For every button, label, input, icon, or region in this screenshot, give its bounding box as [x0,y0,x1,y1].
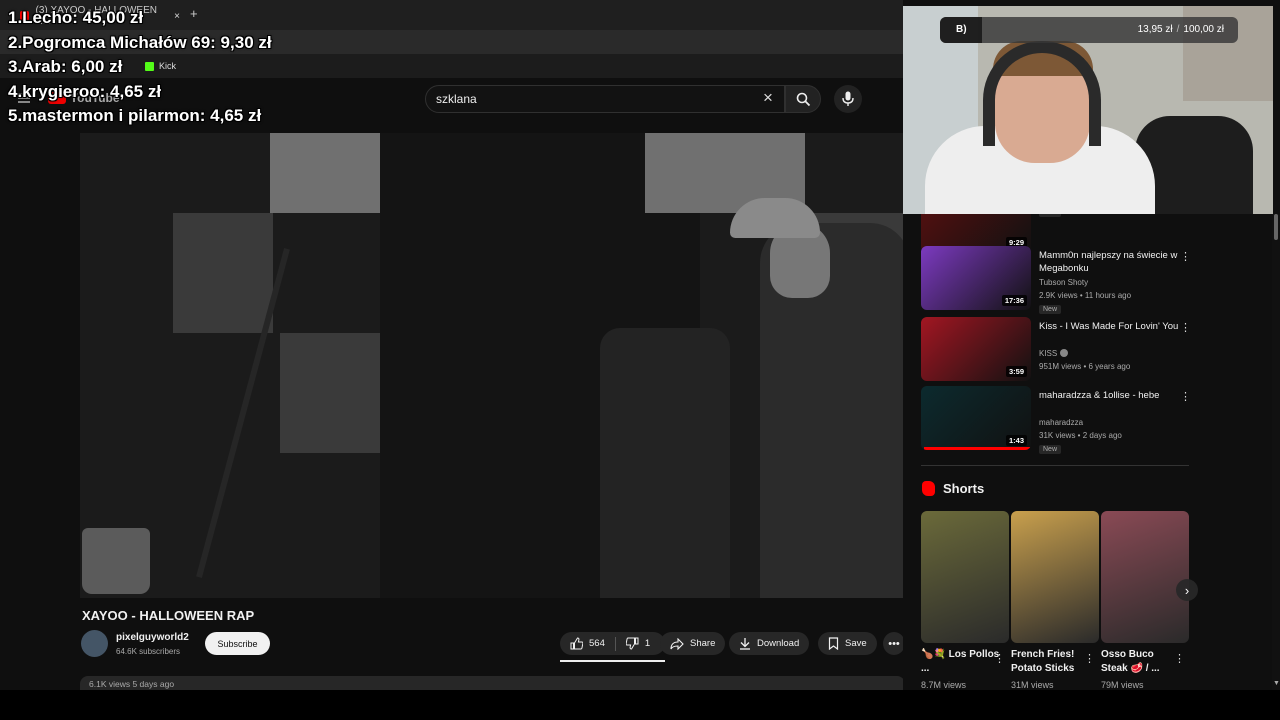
short-thumbnail[interactable] [1011,511,1099,643]
donor-entry: 1.Lecho: 45,00 zł [8,8,144,27]
download-label: Download [757,638,800,649]
more-options-icon[interactable]: ⋮ [994,652,1005,665]
screen: (3) XAYOO - HALLOWEEN R... × + Kick YouT… [0,0,1280,720]
shorts-icon [922,481,935,496]
donation-goal-separator: / [1176,24,1180,35]
verified-icon [1060,349,1069,357]
more-options-icon[interactable]: ⋮ [1180,390,1191,403]
video-duration: 17:36 [1001,295,1027,306]
thumbs-up-icon[interactable] [570,637,583,650]
donation-goal-label: B) [956,24,967,35]
voice-search-button[interactable] [834,85,862,113]
more-options-icon[interactable]: ⋮ [1174,652,1185,665]
section-divider [921,465,1189,466]
scrollbar-thumb[interactable] [1274,214,1278,240]
donor-entry: 2.Pogromca Michałów 69: 9,30 zł [8,32,272,52]
short-title[interactable]: Osso Buco Steak 🥩 / ... [1101,648,1181,676]
donation-goal-bar: B) 13,95 zł / 100,00 zł [940,17,1238,43]
channel-name[interactable]: pixelguyworld2 [116,632,189,643]
microphone-icon [842,91,854,106]
share-icon [670,637,684,650]
donor-entry: 3.Arab: 6,00 zł [8,57,123,76]
short-title[interactable]: 🍗💐 Los Pollos ... [921,648,1001,676]
more-options-icon[interactable]: ⋮ [1180,321,1191,334]
search-box [425,85,785,113]
video-frame-chair [600,328,730,598]
recommended-video[interactable]: 3:59 Kiss - I Was Made For Lovin' You KISS… [918,317,1191,381]
like-dislike-group: 564 1 [560,632,665,655]
video-frame-hat [730,198,820,238]
short-title[interactable]: French Fries! Potato Sticks [1011,648,1091,676]
recommended-video-meta: 31K views • 2 days ago [1039,431,1122,440]
recommended-video-meta: 2.9K views • 11 hours ago [1039,291,1132,300]
short-thumbnail[interactable] [1101,511,1189,643]
video-player[interactable] [80,133,905,598]
description-box[interactable]: 6.1K views 5 days ago [80,676,905,690]
donation-goal-current: 13,95 zł [1137,24,1173,35]
like-separator [614,636,616,651]
video-title: XAYOO - HALLOWEEN RAP [82,608,255,623]
donation-goal-values: 13,95 zł / 100,00 zł [1138,24,1224,35]
shorts-header-label: Shorts [943,481,985,496]
search-icon [796,92,811,107]
recommended-video-title[interactable]: maharadzza & 1ollise - hebe [1039,389,1179,402]
bottom-letterbox [0,690,1280,720]
more-options-icon[interactable]: ⋮ [1084,652,1095,665]
short-thumbnail[interactable] [921,511,1009,643]
recommended-video-thumbnail[interactable]: 3:59 [921,317,1031,381]
recommended-video-channel[interactable]: KISS [1039,349,1069,358]
subscribe-button[interactable]: Subscribe [205,632,270,655]
recommended-video[interactable]: 1:43 maharadzza & 1ollise - hebe maharadzz… [918,386,1191,454]
short-views: 79M views [1101,680,1144,690]
download-icon [740,638,750,650]
shorts-next-button[interactable]: › [1176,579,1198,601]
recommended-video-meta: 951M views • 6 years ago [1039,362,1131,371]
bookmark-icon [828,637,839,650]
new-badge: New [1039,305,1062,314]
recommended-video-channel[interactable]: maharadzza [1039,418,1083,427]
donation-goal-target: 100,00 zł [1183,24,1224,35]
donor-entry: 5.mastermon i pilarmon: 4,65 zł [8,106,262,125]
scroll-down-icon[interactable]: ▼ [1273,680,1280,687]
search-input[interactable] [436,92,736,106]
recommended-video-title[interactable]: Mamm0n najlepszy na świecie w Megabonku [1039,249,1179,275]
short-views: 8.7M views [921,680,967,690]
more-actions-icon[interactable]: ••• [883,632,905,655]
clear-search-icon[interactable]: × [763,88,773,108]
save-button[interactable]: Save [818,632,877,655]
like-ratio-underline [560,660,665,662]
short-views: 31M views [1011,680,1054,690]
save-label: Save [845,638,867,649]
video-duration: 3:59 [1005,366,1027,377]
video-duration: 1:43 [1005,435,1027,446]
shorts-header: Shorts [922,481,984,496]
download-button[interactable]: Download [729,632,810,655]
like-count[interactable]: 564 [589,638,605,649]
dislike-count[interactable]: 1 [645,638,650,649]
scrollbar[interactable] [1272,214,1280,690]
subscriber-count: 64.6K subscribers [116,647,181,656]
recommended-video[interactable]: 17:36 Mamm0n najlepszy na świecie w Megab… [918,246,1191,314]
channel-avatar[interactable] [81,630,108,657]
video-frame-panel [280,333,380,453]
recommended-video-thumbnail[interactable]: 1:43 [921,386,1031,450]
share-button[interactable]: Share [660,632,726,655]
thumbs-down-icon[interactable] [625,637,639,650]
channel-watermark-icon[interactable] [82,528,150,594]
more-options-icon[interactable]: ⋮ [1180,250,1191,263]
recommended-video-title[interactable]: Kiss - I Was Made For Lovin' You [1039,320,1179,333]
video-frame-panel [173,213,273,333]
recommended-video-thumbnail[interactable]: 17:36 [921,246,1031,310]
share-label: Share [690,638,716,649]
donor-entry: 4.krygieroo: 4,65 zł [8,81,162,101]
donor-leaderboard: 1.Lecho: 45,00 zł 2.Pogromca Michałów 69… [8,6,272,129]
search-button[interactable] [785,85,821,113]
recommended-video-channel[interactable]: Tubson Shoty [1039,278,1088,287]
watch-progress-bar [924,447,1031,450]
new-badge: New [1039,445,1062,454]
video-frame-panel [270,133,380,213]
